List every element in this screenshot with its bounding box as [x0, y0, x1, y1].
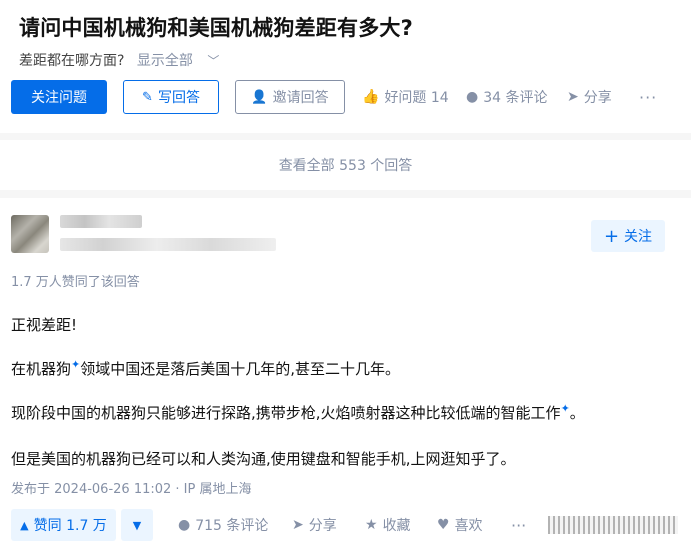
answer-more-button[interactable]: ···	[511, 509, 526, 541]
question-detail-text: 差距都在哪方面?	[19, 53, 125, 69]
follow-question-button[interactable]: 关注问题	[11, 80, 107, 114]
question-share-label: 分享	[583, 90, 612, 106]
pen-icon: ✎	[142, 89, 153, 105]
robot-dog-link[interactable]: 机器狗	[26, 360, 71, 378]
good-question-label: 好问题 14	[384, 90, 449, 106]
show-all-link[interactable]: 显示全部	[137, 53, 193, 69]
answer-share-label: 分享	[308, 518, 337, 534]
like-button[interactable]: ♥ 喜欢	[437, 509, 483, 541]
follow-question-label: 关注问题	[31, 90, 87, 106]
question-comments-label: 34 条评论	[483, 90, 548, 106]
invite-answer-button[interactable]: 👤 邀请回答	[235, 80, 345, 114]
answer-share-button[interactable]: ➤ 分享	[292, 509, 337, 541]
downvote-button[interactable]: ▼	[121, 509, 153, 541]
answer-paragraph-3: 现阶段中国的机器狗只能够进行探路,携带步枪,火焰喷射器这种比较低端的智能工作✦。	[11, 402, 585, 423]
comment-icon: ●	[466, 89, 479, 105]
publish-time[interactable]: 发布于 2024-06-26 11:02 · IP 属地上海	[11, 478, 251, 497]
share-icon: ➤	[567, 89, 579, 105]
arrow-up-icon: ▲	[20, 518, 29, 532]
good-question-button[interactable]: 👍 好问题 14	[362, 80, 449, 114]
paragraph-3-suffix: 。	[569, 404, 585, 422]
answer-paragraph-4: 但是美国的机器狗已经可以和人类沟通,使用键盘和智能手机,上网逛知乎了。	[11, 450, 516, 468]
spark-icon: ✦	[71, 358, 81, 371]
answer-card: + 关注 1.7 万人赞同了该回答 正视差距! 在机器狗✦领域中国还是落后美国十…	[0, 198, 691, 556]
follow-author-label: 关注	[624, 229, 653, 245]
question-share-button[interactable]: ➤ 分享	[567, 80, 612, 114]
thumb-up-icon: 👍	[362, 89, 380, 105]
question-title[interactable]: 请问中国机械狗和美国机械狗差距有多大?	[19, 12, 413, 42]
arrow-down-icon: ▼	[132, 518, 142, 532]
paragraph-2-rest: 领域中国还是落后美国十几年的,甚至二十几年。	[80, 360, 401, 378]
upvote-label: 赞同 1.7 万	[33, 518, 107, 534]
answer-comments-button[interactable]: ● 715 条评论	[178, 509, 268, 541]
question-header: 请问中国机械狗和美国机械狗差距有多大? 差距都在哪方面? 显示全部 ﹀ 关注问题…	[0, 0, 691, 133]
answer-paragraph-1: 正视差距!	[11, 316, 78, 334]
smart-work-link[interactable]: 智能工作	[501, 404, 561, 422]
question-more-button[interactable]: ···	[639, 80, 657, 114]
answer-comments-label: 715 条评论	[195, 518, 269, 534]
plus-icon: +	[603, 225, 620, 247]
invite-user-icon: 👤	[251, 89, 268, 105]
invite-answer-label: 邀请回答	[272, 90, 329, 106]
question-comments-button[interactable]: ● 34 条评论	[466, 80, 547, 114]
avatar[interactable]	[11, 215, 49, 253]
question-actions-bar: 关注问题 ✎ 写回答 👤 邀请回答 👍 好问题 14 ● 34 条评论 ➤ 分享…	[11, 80, 681, 114]
share-icon: ➤	[292, 517, 304, 533]
heart-icon: ♥	[437, 517, 450, 533]
chevron-down-icon[interactable]: ﹀	[207, 54, 219, 68]
write-answer-button[interactable]: ✎ 写回答	[123, 80, 219, 114]
question-detail: 差距都在哪方面? 显示全部 ﹀	[19, 50, 219, 70]
author-headline-blurred	[60, 238, 276, 251]
upvoter-count: 1.7 万人赞同了该回答	[11, 275, 140, 290]
collect-button[interactable]: ★ 收藏	[365, 509, 411, 541]
author-name-blurred[interactable]	[60, 215, 142, 228]
write-answer-label: 写回答	[157, 90, 200, 106]
comment-icon: ●	[178, 517, 191, 533]
paragraph-2-prefix: 在	[11, 360, 27, 378]
view-all-answers-link[interactable]: 查看全部 553 个回答	[0, 140, 691, 190]
answer-paragraph-2: 在机器狗✦领域中国还是落后美国十几年的,甚至二十几年。	[11, 358, 400, 379]
spark-icon: ✦	[560, 402, 570, 415]
like-label: 喜欢	[454, 518, 483, 534]
collect-label: 收藏	[382, 518, 411, 534]
follow-author-button[interactable]: + 关注	[591, 220, 665, 252]
watermark	[548, 516, 678, 534]
paragraph-3-prefix: 现阶段中国的机器狗只能够进行探路,携带步枪,火焰喷射器这种比较低端的	[11, 404, 501, 422]
upvote-button[interactable]: ▲ 赞同 1.7 万	[11, 509, 116, 541]
view-all-answers-bar: 查看全部 553 个回答	[0, 140, 691, 190]
star-icon: ★	[365, 517, 378, 533]
